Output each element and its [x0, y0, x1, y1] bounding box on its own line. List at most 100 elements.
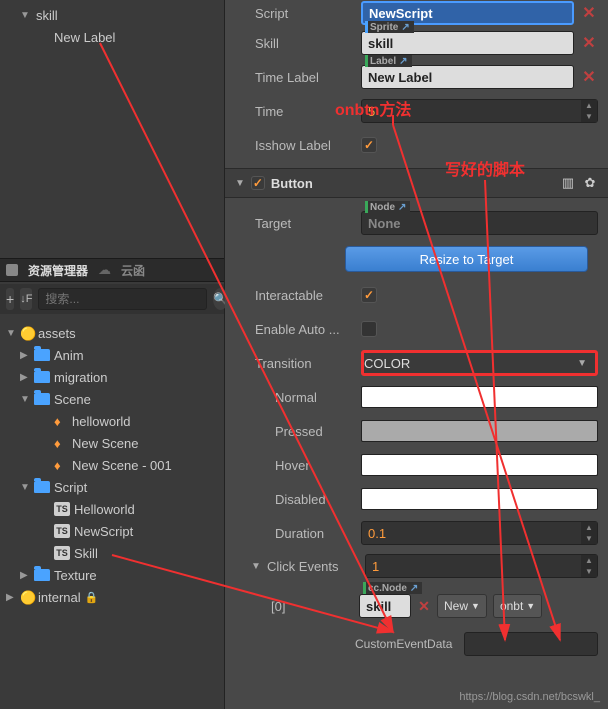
search-input[interactable]	[38, 288, 207, 310]
disabled-color[interactable]	[361, 488, 598, 510]
tree-item-helloworld[interactable]: ♦ helloworld	[0, 410, 224, 432]
tree-label: helloworld	[72, 414, 131, 429]
tab-cloud[interactable]: 云函	[121, 262, 145, 279]
stepper-icon[interactable]: ▲▼	[581, 100, 597, 122]
hierarchy-node-skill[interactable]: ▼ skill	[0, 4, 224, 26]
tree-item-newscene001[interactable]: ♦ New Scene - 001	[0, 454, 224, 476]
delete-skill[interactable]: ✕	[580, 33, 598, 53]
timelabel-value: New Label	[368, 70, 432, 85]
ccnode-tag: cc.Node↗	[363, 582, 422, 594]
caret-right-icon: ▶	[20, 570, 30, 581]
assets-icon	[6, 264, 18, 276]
tab-assets[interactable]: 资源管理器	[28, 262, 88, 279]
tree-item-internal[interactable]: ▶ 🟡 internal 🔒	[0, 586, 224, 608]
prop-label-disabled: Disabled	[275, 492, 355, 507]
folder-icon	[34, 393, 50, 405]
node-tag: Node↗	[365, 201, 410, 213]
assets-toolbar: + ↓F 🔍	[0, 284, 224, 314]
delete-timelabel[interactable]: ✕	[580, 67, 598, 87]
normal-color[interactable]	[361, 386, 598, 408]
prop-label-interactable: Interactable	[255, 288, 355, 303]
tree-label: internal	[38, 590, 81, 605]
timelabel-field[interactable]: Label↗ New Label	[361, 65, 574, 89]
enableauto-checkbox[interactable]	[361, 321, 377, 337]
hover-color[interactable]	[361, 454, 598, 476]
time-value: 5	[368, 104, 375, 119]
tree-item-migration[interactable]: ▶ migration	[0, 366, 224, 388]
event-component-select[interactable]: New▼	[437, 594, 487, 618]
clickevents-value: 1	[372, 559, 379, 574]
linkout-icon: ↗	[398, 202, 406, 213]
event-handler-value: onbt	[500, 599, 523, 613]
button-section-header[interactable]: ▼ Button ▥ ✿	[225, 168, 608, 198]
folder-icon	[34, 371, 50, 383]
prop-label-script: Script	[255, 6, 355, 21]
event-node-value: skill	[366, 599, 391, 614]
assets-tree: ▼ 🟡 assets ▶ Anim ▶ migration ▼ Scene ♦ …	[0, 318, 224, 709]
tree-label: Scene	[54, 392, 91, 407]
lock-icon: 🔒	[85, 591, 99, 604]
event-handler-select[interactable]: onbt▼	[493, 594, 542, 618]
duration-field[interactable]: 0.1 ▲▼	[361, 521, 598, 545]
watermark: https://blog.csdn.net/bcswkl_	[459, 691, 600, 703]
fire-icon: ♦	[54, 458, 68, 472]
button-enable-checkbox[interactable]	[251, 176, 265, 190]
prop-label-timelabel: Time Label	[255, 70, 355, 85]
tree-label: NewScript	[74, 524, 133, 539]
ts-icon: TS	[54, 502, 70, 516]
pressed-color[interactable]	[361, 420, 598, 442]
add-button[interactable]: +	[6, 288, 14, 310]
stepper-icon[interactable]: ▲▼	[581, 522, 597, 544]
folder-icon	[34, 569, 50, 581]
tree-label: New Scene - 001	[72, 458, 172, 473]
tree-label: Skill	[74, 546, 98, 561]
tree-item-texture[interactable]: ▶ Texture	[0, 564, 224, 586]
skill-field[interactable]: Sprite↗ skill	[361, 31, 574, 55]
skill-value: skill	[368, 36, 393, 51]
transition-value: COLOR	[364, 356, 410, 371]
button-section-title: Button	[271, 176, 313, 191]
sprite-tag: Sprite↗	[365, 21, 414, 33]
resize-to-target-button[interactable]: Resize to Target	[345, 246, 588, 272]
tree-item-script[interactable]: ▼ Script	[0, 476, 224, 498]
event-index: [0]	[271, 599, 353, 614]
stepper-icon[interactable]: ▲▼	[581, 555, 597, 577]
tree-item-assets[interactable]: ▼ 🟡 assets	[0, 322, 224, 344]
fire-icon: ♦	[54, 436, 68, 450]
delete-event-node[interactable]: ✕	[417, 598, 431, 615]
gear-icon[interactable]: ✿	[582, 175, 598, 191]
custom-event-field[interactable]	[464, 632, 598, 656]
time-field[interactable]: 5 ▲▼	[361, 99, 598, 123]
delete-script[interactable]: ✕	[580, 3, 598, 23]
tree-label: New Scene	[72, 436, 138, 451]
event-node-field[interactable]: cc.Node↗ skill	[359, 594, 411, 618]
tree-item-newscene[interactable]: ♦ New Scene	[0, 432, 224, 454]
target-field[interactable]: Node↗ None	[361, 211, 598, 235]
caret-down-icon: ▼	[235, 178, 245, 189]
caret-down-icon: ▼	[20, 394, 30, 405]
isshow-checkbox[interactable]	[361, 137, 377, 153]
book-icon[interactable]: ▥	[560, 175, 576, 191]
linkout-icon: ↗	[410, 583, 418, 594]
caret-right-icon: ▶	[6, 592, 16, 603]
clickevents-field[interactable]: 1 ▲▼	[365, 554, 598, 578]
transition-select[interactable]: COLOR	[361, 350, 598, 376]
caret-right-icon: ▶	[20, 350, 30, 361]
hierarchy-node-newlabel[interactable]: New Label	[0, 26, 224, 48]
database-icon: 🟡	[20, 326, 34, 340]
folder-icon	[34, 481, 50, 493]
tree-label: Helloworld	[74, 502, 135, 517]
tree-item-scene[interactable]: ▼ Scene	[0, 388, 224, 410]
event-comp-value: New	[444, 599, 468, 613]
assets-tabs: 资源管理器 ☁ 云函	[0, 258, 224, 282]
sort-button[interactable]: ↓F	[20, 288, 32, 310]
prop-label-time: Time	[255, 104, 355, 119]
tree-item-newscript-ts[interactable]: TS NewScript	[0, 520, 224, 542]
tree-item-hello-ts[interactable]: TS Helloworld	[0, 498, 224, 520]
hierarchy-label: New Label	[54, 30, 115, 45]
tree-item-skill-ts[interactable]: TS Skill	[0, 542, 224, 564]
caret-down-icon: ▼	[20, 10, 30, 21]
tree-item-anim[interactable]: ▶ Anim	[0, 344, 224, 366]
script-value: NewScript	[369, 6, 433, 21]
interactable-checkbox[interactable]	[361, 287, 377, 303]
